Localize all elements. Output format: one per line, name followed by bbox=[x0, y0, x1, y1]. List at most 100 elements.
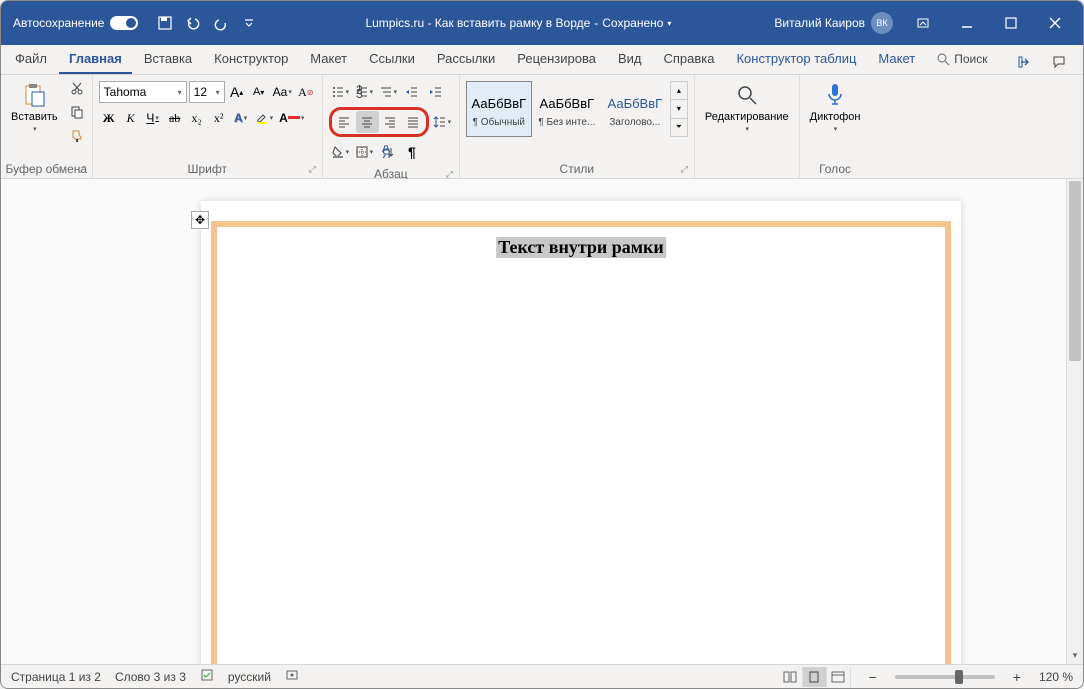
dictate-button[interactable]: Диктофон ▾ bbox=[804, 77, 867, 137]
comments-button[interactable] bbox=[1045, 50, 1073, 74]
saved-state[interactable]: Сохранено bbox=[602, 16, 663, 30]
style-heading1[interactable]: АаБбВвГЗаголово... bbox=[602, 81, 668, 137]
font-size-combo[interactable]: 12▾ bbox=[189, 81, 225, 103]
increase-indent-button[interactable] bbox=[425, 81, 447, 103]
zoom-out-button[interactable]: − bbox=[865, 669, 881, 685]
autosave-toggle[interactable]: Автосохранение bbox=[7, 16, 144, 30]
save-button[interactable] bbox=[152, 10, 178, 36]
cut-button[interactable] bbox=[66, 77, 88, 99]
tab-review[interactable]: Рецензирова bbox=[507, 45, 606, 74]
scroll-down-icon[interactable]: ▾ bbox=[1067, 647, 1083, 664]
superscript-button[interactable]: x² bbox=[209, 107, 229, 129]
tab-references[interactable]: Ссылки bbox=[359, 45, 425, 74]
letter-a-large-icon: A bbox=[230, 84, 239, 100]
align-left-button[interactable] bbox=[333, 111, 356, 133]
borders-button[interactable]: ▾ bbox=[353, 141, 375, 163]
format-painter-button[interactable] bbox=[66, 125, 88, 147]
bold-button[interactable]: Ж bbox=[99, 107, 119, 129]
vertical-scrollbar[interactable]: ▴ ▾ bbox=[1066, 179, 1083, 664]
word-count[interactable]: Слово 3 из 3 bbox=[115, 670, 186, 684]
line-spacing-button[interactable]: ▾ bbox=[431, 111, 453, 133]
group-font: Tahoma▾ 12▾ A▴ A▾ Aa▾ A⊘ Ж К Ч▾ ab x₂ x²… bbox=[93, 75, 323, 178]
copy-button[interactable] bbox=[66, 101, 88, 123]
show-marks-button[interactable]: ¶ bbox=[401, 141, 423, 163]
macro-button[interactable] bbox=[285, 668, 299, 685]
tab-home[interactable]: Главная bbox=[59, 45, 132, 74]
clear-format-button[interactable]: A⊘ bbox=[296, 81, 316, 103]
scrollbar-thumb[interactable] bbox=[1069, 181, 1081, 361]
zoom-slider[interactable] bbox=[895, 675, 995, 679]
ribbon-display-button[interactable] bbox=[901, 8, 945, 38]
toggle-switch-icon bbox=[110, 16, 138, 30]
font-color-button[interactable]: A▾ bbox=[277, 107, 306, 129]
multilevel-button[interactable]: ▾ bbox=[377, 81, 399, 103]
shading-button[interactable]: ▾ bbox=[329, 141, 351, 163]
zoom-in-button[interactable]: + bbox=[1009, 669, 1025, 685]
font-name-combo[interactable]: Tahoma▾ bbox=[99, 81, 187, 103]
maximize-button[interactable] bbox=[989, 8, 1033, 38]
numbering-button[interactable]: 123▾ bbox=[353, 81, 375, 103]
print-layout-button[interactable] bbox=[803, 667, 827, 687]
group-voice: Диктофон ▾ Голос bbox=[800, 75, 871, 178]
align-center-button[interactable] bbox=[356, 111, 379, 133]
read-mode-button[interactable] bbox=[779, 667, 803, 687]
decrease-font-button[interactable]: A▾ bbox=[249, 81, 269, 103]
tab-insert[interactable]: Вставка bbox=[134, 45, 202, 74]
slider-handle[interactable] bbox=[955, 670, 963, 684]
account-button[interactable]: Виталий Каиров ВК bbox=[774, 12, 893, 34]
zoom-level[interactable]: 120 % bbox=[1039, 670, 1073, 684]
web-layout-button[interactable] bbox=[827, 667, 851, 687]
styles-gallery-nav[interactable]: ▴ ▾ ⏷ bbox=[670, 81, 688, 137]
editing-button[interactable]: Редактирование ▾ bbox=[699, 77, 795, 137]
redo-button[interactable] bbox=[208, 10, 234, 36]
table-frame[interactable]: Текст внутри рамки bbox=[211, 221, 951, 664]
decrease-indent-button[interactable] bbox=[401, 81, 423, 103]
align-right-button[interactable] bbox=[379, 111, 402, 133]
tab-file[interactable]: Файл bbox=[5, 45, 57, 74]
scroll-up-icon[interactable]: ▴ bbox=[671, 82, 687, 100]
tab-help[interactable]: Справка bbox=[653, 45, 724, 74]
search-button[interactable]: Поиск bbox=[927, 46, 997, 74]
page[interactable]: Текст внутри рамки bbox=[201, 201, 961, 664]
paste-button[interactable]: Вставить ▾ bbox=[5, 77, 64, 137]
expand-gallery-icon[interactable]: ⏷ bbox=[671, 119, 687, 136]
tab-design[interactable]: Конструктор bbox=[204, 45, 298, 74]
subscript-button[interactable]: x₂ bbox=[187, 107, 207, 129]
increase-font-button[interactable]: A▴ bbox=[227, 81, 247, 103]
tab-table-design[interactable]: Конструктор таблиц bbox=[726, 45, 866, 74]
bullets-button[interactable]: ▾ bbox=[329, 81, 351, 103]
letter-a-small-icon: A bbox=[253, 86, 260, 98]
highlight-button[interactable]: ▾ bbox=[253, 107, 276, 129]
align-justify-button[interactable] bbox=[402, 111, 425, 133]
macro-icon bbox=[285, 668, 299, 682]
document-text[interactable]: Текст внутри рамки bbox=[496, 237, 666, 258]
qat-customize-button[interactable] bbox=[236, 10, 262, 36]
close-button[interactable] bbox=[1033, 8, 1077, 38]
language-indicator[interactable]: русский bbox=[228, 670, 271, 684]
dialog-launcher[interactable]: ⤢ bbox=[78, 164, 85, 175]
table-move-handle[interactable]: ✥ bbox=[191, 211, 209, 229]
undo-button[interactable] bbox=[180, 10, 206, 36]
tab-view[interactable]: Вид bbox=[608, 45, 652, 74]
sort-button[interactable]: AЯ bbox=[377, 141, 399, 163]
document-area[interactable]: Текст внутри рамки ✥ ▴ ▾ bbox=[1, 179, 1083, 664]
chevron-down-icon: ▾ bbox=[834, 125, 838, 133]
italic-button[interactable]: К bbox=[121, 107, 141, 129]
share-button[interactable] bbox=[1011, 50, 1039, 74]
style-normal[interactable]: АаБбВвГ¶ Обычный bbox=[466, 81, 532, 137]
tab-layout[interactable]: Макет bbox=[300, 45, 357, 74]
dialog-launcher[interactable]: ⤢ bbox=[446, 169, 453, 180]
underline-button[interactable]: Ч▾ bbox=[143, 107, 163, 129]
dialog-launcher[interactable]: ⤢ bbox=[309, 164, 316, 175]
scroll-down-icon[interactable]: ▾ bbox=[671, 100, 687, 118]
spellcheck-button[interactable] bbox=[200, 668, 214, 685]
style-no-spacing[interactable]: АаБбВвГ¶ Без инте... bbox=[534, 81, 600, 137]
change-case-button[interactable]: Aa▾ bbox=[271, 81, 294, 103]
dialog-launcher[interactable]: ⤢ bbox=[681, 164, 688, 175]
tab-table-layout[interactable]: Макет bbox=[868, 45, 925, 74]
tab-mailings[interactable]: Рассылки bbox=[427, 45, 505, 74]
minimize-button[interactable] bbox=[945, 8, 989, 38]
page-indicator[interactable]: Страница 1 из 2 bbox=[11, 670, 101, 684]
text-effects-button[interactable]: A▾ bbox=[231, 107, 251, 129]
strike-button[interactable]: ab bbox=[165, 107, 185, 129]
